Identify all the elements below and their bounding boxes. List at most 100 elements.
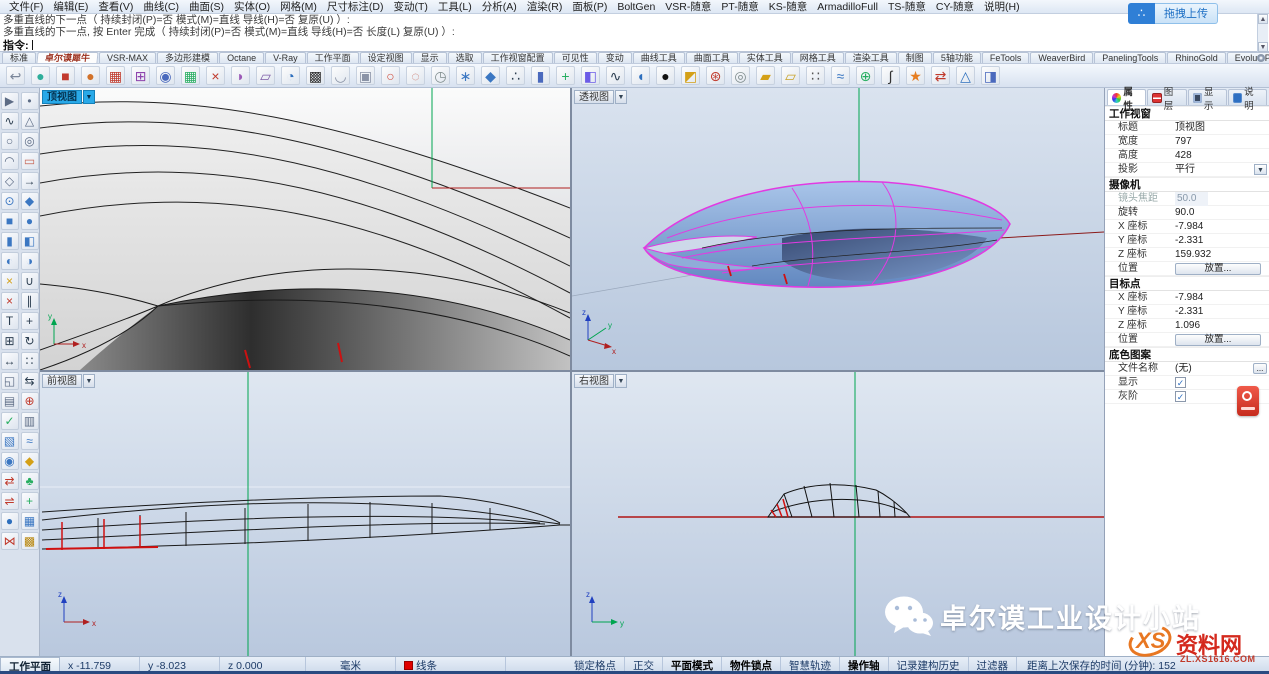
environment-icon[interactable]: ▦ bbox=[181, 66, 200, 85]
curve-from-object-tool-icon[interactable]: → bbox=[21, 172, 39, 190]
toolbar-tab-曲线工具[interactable]: 曲线工具 bbox=[633, 52, 685, 63]
menu-item-网格(M)[interactable]: 网格(M) bbox=[275, 0, 322, 14]
swap-arrows-icon[interactable]: ⇄ bbox=[931, 66, 950, 85]
toolbar-tab-设定视图[interactable]: 设定视图 bbox=[360, 52, 412, 63]
menu-item-曲线(C)[interactable]: 曲线(C) bbox=[138, 0, 184, 14]
red-arrows-tool-icon[interactable]: ⇄ bbox=[1, 472, 19, 490]
select-arrow-tool-icon[interactable]: ▶ bbox=[1, 92, 19, 110]
floating-red-badge-icon[interactable] bbox=[1237, 386, 1259, 416]
command-history-area[interactable]: 多重直线的下一点（ 持续封闭(P)=否 模式(M)=直线 导线(H)=否 复原(… bbox=[0, 14, 1269, 52]
dense-mesh-icon[interactable]: ▩ bbox=[306, 66, 325, 85]
circle-center-tool-icon[interactable]: ⊙ bbox=[1, 192, 19, 210]
polyline-tool-icon[interactable]: △ bbox=[21, 112, 39, 130]
arc-tool-icon[interactable]: ◠ bbox=[1, 152, 19, 170]
menu-item-渲染(R)[interactable]: 渲染(R) bbox=[522, 0, 568, 14]
sketch-ellipse-icon[interactable]: ◌ bbox=[406, 66, 425, 85]
viewport-top[interactable]: yx 顶视图▼ bbox=[40, 88, 570, 370]
status-toggle-智慧轨迹[interactable]: 智慧轨迹 bbox=[781, 657, 840, 674]
chevron-down-icon[interactable]: ▼ bbox=[83, 90, 95, 104]
viewport-title-top[interactable]: 顶视图▼ bbox=[42, 90, 95, 104]
command-scrollbar[interactable]: ▲ ▼ bbox=[1257, 14, 1268, 52]
camera-icon[interactable]: ◉ bbox=[156, 66, 175, 85]
bomb-icon[interactable]: ● bbox=[656, 66, 675, 85]
array-tool-icon[interactable]: ∷ bbox=[21, 352, 39, 370]
toolbar-tab-渲染工具[interactable]: 渲染工具 bbox=[845, 52, 897, 63]
page-tool-icon[interactable]: ▥ bbox=[21, 412, 39, 430]
cutter-icon[interactable]: × bbox=[206, 66, 225, 85]
toolbar-tab-制图[interactable]: 制图 bbox=[898, 52, 932, 63]
red-circle-icon[interactable]: ○ bbox=[381, 66, 400, 85]
layer-cell[interactable]: 线条 bbox=[396, 657, 506, 674]
toolbar-tab-多边形建模[interactable]: 多边形建模 bbox=[157, 52, 218, 63]
status-toggle-平面模式[interactable]: 平面模式 bbox=[663, 657, 722, 674]
menu-item-TS-随意[interactable]: TS-随意 bbox=[883, 0, 931, 14]
shaded-box-icon[interactable]: ◨ bbox=[981, 66, 1000, 85]
menu-item-曲面(S)[interactable]: 曲面(S) bbox=[184, 0, 229, 14]
dial-icon[interactable]: ◷ bbox=[431, 66, 450, 85]
viewport-title-perspective[interactable]: 透视图▼ bbox=[574, 90, 627, 104]
menu-item-文件(F)[interactable]: 文件(F) bbox=[4, 0, 48, 14]
toolbar-tab-变动[interactable]: 变动 bbox=[598, 52, 632, 63]
toolbar-tab-V-Ray[interactable]: V-Ray bbox=[265, 52, 306, 63]
menu-item-面板(P)[interactable]: 面板(P) bbox=[567, 0, 612, 14]
blue-diamond-icon[interactable]: ◆ bbox=[481, 66, 500, 85]
panel-tab-显示[interactable]: 显示 bbox=[1188, 89, 1227, 105]
panel-tab-说明[interactable]: 说明 bbox=[1228, 89, 1267, 105]
toolbar-tab-网格工具[interactable]: 网格工具 bbox=[792, 52, 844, 63]
pacman-icon[interactable]: ◖ bbox=[631, 66, 650, 85]
gold-diamond-tool-icon[interactable]: ◆ bbox=[21, 452, 39, 470]
status-toggle-物件锁点[interactable]: 物件锁点 bbox=[722, 657, 781, 674]
group-tool-icon[interactable]: ◱ bbox=[1, 372, 19, 390]
rainbow-surface-icon[interactable]: ◗ bbox=[231, 66, 250, 85]
toolbar-tab-标准[interactable]: 标准 bbox=[2, 52, 36, 63]
toolbar-tab-选取[interactable]: 选取 bbox=[448, 52, 482, 63]
half-box-icon[interactable]: ◧ bbox=[581, 66, 600, 85]
rotate-tool-icon[interactable]: ↻ bbox=[21, 332, 39, 350]
panel-tab-属性[interactable]: 属性 bbox=[1107, 89, 1146, 105]
point-tool-icon[interactable]: • bbox=[21, 92, 39, 110]
surface-tool-icon[interactable]: ◧ bbox=[21, 232, 39, 250]
wave-analyze-tool-icon[interactable]: ≈ bbox=[21, 432, 39, 450]
menu-item-CY-随意[interactable]: CY-随意 bbox=[931, 0, 979, 14]
menu-item-说明(H)[interactable]: 说明(H) bbox=[979, 0, 1025, 14]
surface-patch-tool-icon[interactable]: ◆ bbox=[21, 192, 39, 210]
snap-target-icon[interactable]: ⊕ bbox=[856, 66, 875, 85]
tree-tool-icon[interactable]: ♣ bbox=[21, 472, 39, 490]
drag-upload-button[interactable]: ∴ 拖拽上传 bbox=[1128, 3, 1218, 24]
chevron-down-icon[interactable]: ▼ bbox=[615, 374, 627, 388]
menu-item-尺寸标注(D)[interactable]: 尺寸标注(D) bbox=[322, 0, 389, 14]
teal-sphere-icon[interactable]: ● bbox=[31, 66, 50, 85]
patch-icon[interactable]: ▱ bbox=[781, 66, 800, 85]
menu-item-编辑(E)[interactable]: 编辑(E) bbox=[48, 0, 93, 14]
menu-item-实体(O)[interactable]: 实体(O) bbox=[229, 0, 275, 14]
menu-item-变动(T)[interactable]: 变动(T) bbox=[389, 0, 433, 14]
toolbar-tab-VSR-MAX[interactable]: VSR-MAX bbox=[99, 52, 156, 63]
units-cell[interactable]: 毫米 bbox=[306, 657, 396, 674]
trim-tool-icon[interactable]: × bbox=[1, 292, 19, 310]
s-curve-icon[interactable]: ∫ bbox=[881, 66, 900, 85]
curve-tool-icon[interactable]: ∿ bbox=[1, 112, 19, 130]
status-toggle-过滤器[interactable]: 过滤器 bbox=[969, 657, 1018, 674]
viewport-title-right[interactable]: 右视图▼ bbox=[574, 374, 627, 388]
explode-tool-icon[interactable]: × bbox=[1, 272, 19, 290]
toolbar-tab-工作平面[interactable]: 工作平面 bbox=[307, 52, 359, 63]
menu-item-BoltGen[interactable]: BoltGen bbox=[612, 0, 660, 14]
polygon-tool-icon[interactable]: ◇ bbox=[1, 172, 19, 190]
frame-icon[interactable]: ▣ bbox=[356, 66, 375, 85]
menu-item-ArmadilloFull[interactable]: ArmadilloFull bbox=[812, 0, 883, 14]
panel-tab-图层[interactable]: 图层 bbox=[1147, 89, 1186, 105]
split-tool-icon[interactable]: ∥ bbox=[21, 292, 39, 310]
layers-page-tool-icon[interactable]: ▤ bbox=[1, 392, 19, 410]
move-cross-icon[interactable]: + bbox=[556, 66, 575, 85]
box-tool-icon[interactable]: ■ bbox=[1, 212, 19, 230]
checker-material-icon[interactable]: ▦ bbox=[106, 66, 125, 85]
status-toggle-正交[interactable]: 正交 bbox=[625, 657, 663, 674]
checkbox[interactable]: ✓ bbox=[1175, 377, 1186, 388]
green-cross-tool-icon[interactable]: + bbox=[21, 492, 39, 510]
command-input[interactable]: 指令: bbox=[0, 38, 1269, 51]
pattern-tool-icon[interactable]: ▩ bbox=[21, 532, 39, 550]
circle-tool-icon[interactable]: ○ bbox=[1, 132, 19, 150]
splash-icon[interactable]: ⊛ bbox=[706, 66, 725, 85]
cylinder-tool-icon[interactable]: ▮ bbox=[1, 232, 19, 250]
spiral-icon[interactable]: ◎ bbox=[731, 66, 750, 85]
